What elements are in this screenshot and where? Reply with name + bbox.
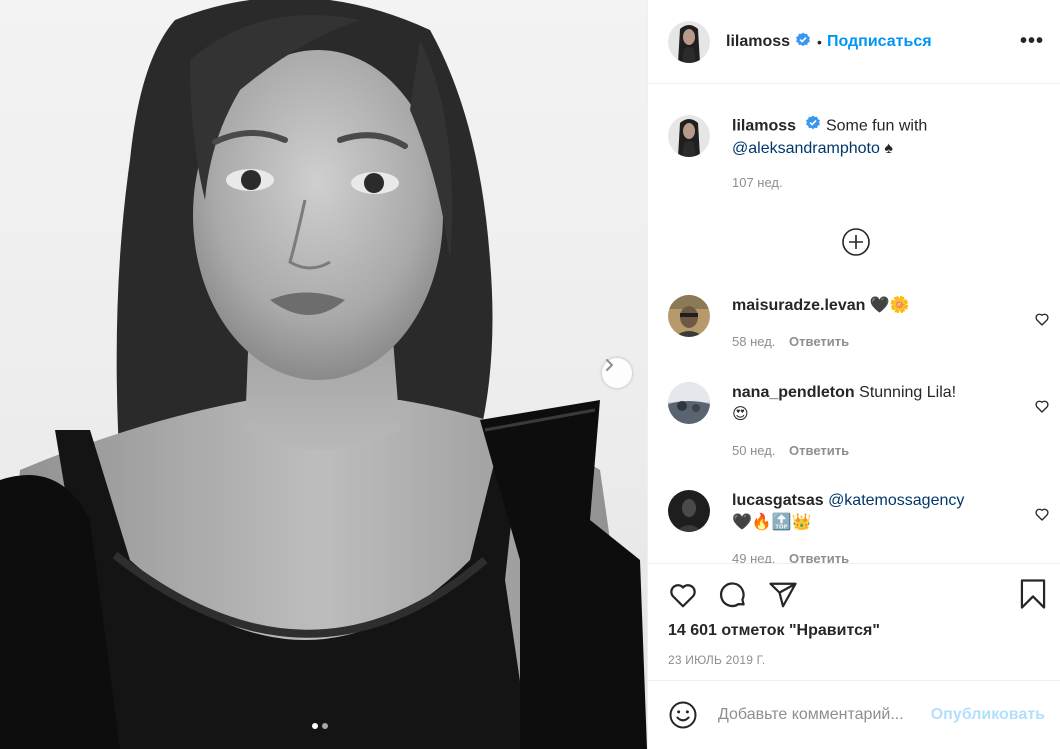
comment-timestamp[interactable]: 49 нед.: [732, 551, 775, 563]
comments-list[interactable]: lilamoss Some fun with @aleksandramphoto…: [648, 85, 1060, 563]
post-date: 23 ИЮЛЬ 2019 Г.: [668, 653, 766, 667]
caption-emoji: ♠: [884, 140, 893, 157]
caption: lilamoss Some fun with @aleksandramphoto…: [668, 115, 1048, 194]
author-username[interactable]: lilamoss: [726, 33, 790, 51]
separator-dot: •: [817, 33, 822, 50]
post-header: lilamoss • Подписаться •••: [648, 0, 1060, 84]
comment-mention[interactable]: @katemossagency: [828, 492, 964, 509]
comment-like-heart-icon[interactable]: [1034, 398, 1050, 414]
comment-emoji: 😍: [732, 406, 749, 423]
comment-text: 🖤🌼: [869, 297, 910, 314]
add-comment-bar: Опубликовать: [648, 680, 1060, 749]
carousel-dot: [322, 723, 328, 729]
reply-button[interactable]: Ответить: [789, 551, 849, 563]
verified-badge-icon: [805, 115, 821, 138]
comment-username[interactable]: maisuradze.levan: [732, 297, 865, 314]
plus-circle-icon: [842, 228, 870, 256]
comment-bubble-icon[interactable]: [718, 580, 748, 610]
author-avatar[interactable]: [668, 20, 710, 63]
caption-mention[interactable]: @aleksandramphoto: [732, 140, 880, 157]
more-options-icon[interactable]: •••: [1020, 30, 1044, 53]
comment-username[interactable]: nana_pendleton: [732, 384, 855, 401]
comment-item: nana_pendleton Stunning Lila! 😍 50 нед. …: [668, 382, 1050, 462]
comment-item: lucasgatsas @katemossagency 🖤🔥🔝👑 49 нед.…: [668, 490, 1050, 563]
emoji-smiley-icon[interactable]: [668, 700, 698, 730]
comment-emoji: 🖤🔥🔝👑: [732, 514, 812, 531]
commenter-avatar[interactable]: [668, 382, 710, 424]
load-more-comments-button[interactable]: [841, 227, 871, 260]
chevron-right-icon: [606, 359, 613, 371]
comment-like-heart-icon[interactable]: [1034, 311, 1050, 327]
carousel-indicator: [312, 723, 328, 729]
comment-timestamp[interactable]: 50 нед.: [732, 443, 775, 458]
comment-timestamp[interactable]: 58 нед.: [732, 334, 775, 349]
carousel-dot-active: [312, 723, 318, 729]
comment-item: maisuradze.levan 🖤🌼 58 нед. Ответить: [668, 295, 1050, 353]
likes-count[interactable]: 14 601 отметок "Нравится": [668, 622, 880, 640]
post-actions: 14 601 отметок "Нравится" 23 ИЮЛЬ 2019 Г…: [648, 563, 1060, 680]
publish-button[interactable]: Опубликовать: [931, 706, 1045, 724]
comment-text: Stunning Lila!: [859, 384, 957, 401]
verified-badge-icon: [795, 32, 811, 51]
caption-username[interactable]: lilamoss: [732, 118, 796, 135]
share-paper-plane-icon[interactable]: [768, 580, 798, 610]
like-heart-icon[interactable]: [668, 580, 698, 610]
author-avatar[interactable]: [668, 115, 710, 157]
post-photo[interactable]: [0, 0, 647, 749]
caption-timestamp[interactable]: 107 нед.: [732, 175, 783, 190]
comment-like-heart-icon[interactable]: [1034, 506, 1050, 522]
commenter-avatar[interactable]: [668, 490, 710, 532]
reply-button[interactable]: Ответить: [789, 334, 849, 349]
reply-button[interactable]: Ответить: [789, 443, 849, 458]
portrait-image: [0, 0, 647, 749]
save-bookmark-icon[interactable]: [1018, 578, 1048, 610]
follow-button[interactable]: Подписаться: [827, 33, 932, 51]
commenter-avatar[interactable]: [668, 295, 710, 337]
next-photo-button[interactable]: [602, 358, 632, 388]
comment-input[interactable]: [718, 706, 931, 724]
comment-username[interactable]: lucasgatsas: [732, 492, 824, 509]
caption-text: Some fun with: [825, 117, 928, 135]
post-details-panel: lilamoss • Подписаться ••• lilamoss Some…: [647, 0, 1060, 749]
